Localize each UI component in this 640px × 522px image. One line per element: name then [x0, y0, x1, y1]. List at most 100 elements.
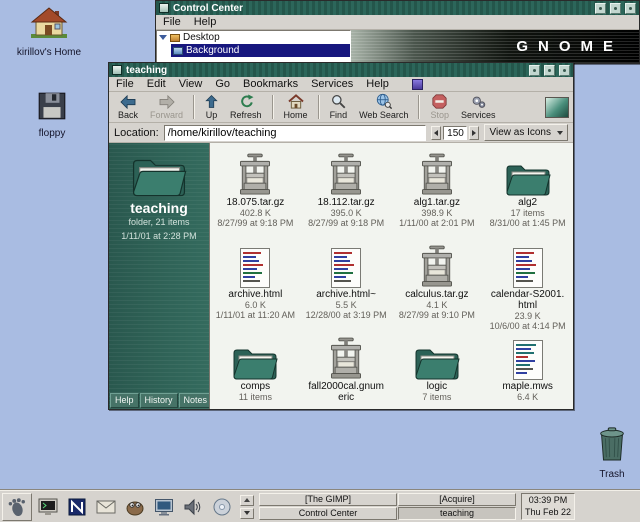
file-item[interactable]: fall2000cal.gnumeric	[301, 335, 392, 409]
tab-help[interactable]: Help	[110, 393, 139, 408]
file-manager-menubar: File Edit View Go Bookmarks Services Hel…	[109, 77, 573, 92]
clock-time: 03:39 PM	[529, 495, 568, 506]
file-item[interactable]: alg1.tar.gz 398.9 K 1/11/00 at 2:01 PM	[392, 151, 483, 243]
zoom-control: 150	[431, 126, 479, 140]
file-name: calculus.tar.gz	[405, 289, 468, 300]
find-button[interactable]: Find	[325, 93, 353, 121]
control-center-titlebar[interactable]: Control Center	[156, 1, 639, 15]
zoom-out-button[interactable]	[431, 126, 441, 140]
control-center-window-title: Control Center	[173, 3, 243, 14]
menu-view[interactable]: View	[179, 78, 203, 90]
services-button[interactable]: Services	[456, 94, 501, 121]
folder-item[interactable]: logic 7 items	[392, 335, 483, 409]
monitor-launcher[interactable]	[151, 494, 177, 520]
web-search-button[interactable]: Web Search	[354, 92, 413, 121]
up-button-label: Up	[206, 110, 218, 120]
cdrom-launcher[interactable]	[209, 494, 235, 520]
back-button-label: Back	[118, 110, 138, 120]
terminal-launcher[interactable]	[35, 494, 61, 520]
file-name: alg1.tar.gz	[414, 197, 460, 208]
file-manager-titlebar[interactable]: teaching	[109, 63, 573, 77]
gimp-launcher[interactable]	[122, 494, 148, 520]
file-size: 23.9 K	[515, 311, 541, 321]
settings-tree: Desktop Background	[156, 30, 351, 63]
file-name: archive.html	[228, 289, 282, 300]
folder-item[interactable]: comps 11 items	[210, 335, 301, 409]
file-item[interactable]: calculus.tar.gz 4.1 K 8/27/99 at 9:10 PM	[392, 243, 483, 335]
tasklist-up-button[interactable]	[240, 495, 254, 506]
minimize-button[interactable]	[529, 65, 540, 76]
file-name: archive.html~	[316, 289, 376, 300]
back-button[interactable]: Back	[113, 94, 143, 121]
gnome-panel: [The GIMP] [Acquire] Control Center teac…	[0, 490, 640, 522]
maximize-button[interactable]	[544, 65, 555, 76]
toolbar-separator	[418, 95, 420, 119]
gnome-banner-text: GNOME	[516, 38, 623, 55]
html-document-icon	[330, 243, 362, 289]
refresh-button-label: Refresh	[230, 110, 262, 120]
file-item[interactable]: calendar-S2001.html 23.9 K 10/6/00 at 4:…	[482, 243, 573, 335]
desktop-icon-floppy[interactable]: floppy	[26, 90, 78, 139]
file-item[interactable]: 18.075.tar.gz 402.8 K 8/27/99 at 9:18 PM	[210, 151, 301, 243]
menu-help[interactable]: Help	[366, 78, 389, 90]
task-button-acquire[interactable]: [Acquire]	[398, 493, 516, 506]
netscape-launcher[interactable]	[64, 494, 90, 520]
tasklist-down-button[interactable]	[240, 508, 254, 519]
menu-edit[interactable]: Edit	[147, 78, 166, 90]
task-button-control-center[interactable]: Control Center	[259, 507, 397, 520]
file-item[interactable]: archive.html~ 5.5 K 12/28/00 at 3:19 PM	[301, 243, 392, 335]
refresh-button[interactable]: Refresh	[225, 93, 267, 121]
tarball-press-icon	[235, 151, 275, 197]
close-button[interactable]	[559, 65, 570, 76]
menu-services[interactable]: Services	[311, 78, 353, 90]
gnome-main-menu-button[interactable]	[2, 493, 32, 521]
location-input[interactable]	[164, 125, 427, 141]
menu-file[interactable]: File	[163, 16, 181, 28]
folder-item[interactable]: alg2 17 items 8/31/00 at 1:45 PM	[482, 151, 573, 243]
html-document-icon	[239, 243, 271, 289]
tarball-press-icon	[417, 151, 457, 197]
file-manager-window: teaching File Edit View Go Bookmarks Ser…	[108, 62, 574, 410]
file-grid: 18.075.tar.gz 402.8 K 8/27/99 at 9:18 PM…	[209, 143, 573, 409]
home-icon	[288, 94, 304, 109]
task-button-gimp[interactable]: [The GIMP]	[259, 493, 397, 506]
maximize-button[interactable]	[610, 3, 621, 14]
folder-icon	[505, 151, 551, 197]
file-size: 398.9 K	[421, 208, 452, 218]
monitor-icon	[153, 496, 175, 518]
desktop-icon-trash[interactable]: Trash	[588, 423, 636, 480]
file-name: alg2	[518, 197, 537, 208]
file-size: 402.8 K	[240, 208, 271, 218]
tree-item-background[interactable]: Background	[171, 44, 350, 57]
tab-history[interactable]: History	[140, 393, 178, 408]
sidebar-title: teaching	[109, 200, 209, 216]
file-date: 1/11/00 at 2:01 PM	[399, 218, 474, 228]
minimize-button[interactable]	[595, 3, 606, 14]
forward-button-label: Forward	[150, 110, 183, 120]
menu-bookmarks[interactable]: Bookmarks	[243, 78, 298, 90]
tree-item-desktop[interactable]: Desktop	[157, 31, 350, 44]
home-button[interactable]: Home	[279, 93, 313, 121]
refresh-icon	[238, 94, 254, 109]
up-button[interactable]: Up	[200, 93, 223, 121]
view-mode-dropdown[interactable]: View as Icons	[484, 124, 568, 141]
mail-launcher[interactable]	[93, 494, 119, 520]
zoom-in-button[interactable]	[469, 126, 479, 140]
task-button-teaching[interactable]: teaching	[398, 507, 516, 520]
sound-launcher[interactable]	[180, 494, 206, 520]
menu-go[interactable]: Go	[215, 78, 230, 90]
menu-help[interactable]: Help	[194, 16, 217, 28]
netscape-icon	[66, 496, 88, 518]
menu-file[interactable]: File	[116, 78, 134, 90]
tab-notes[interactable]: Notes	[179, 393, 209, 408]
expander-icon[interactable]	[159, 35, 167, 40]
close-button[interactable]	[625, 3, 636, 14]
tarball-press-icon	[326, 335, 366, 381]
file-item[interactable]: 18.112.tar.gz 395.0 K 8/27/99 at 9:18 PM	[301, 151, 392, 243]
file-date: 8/27/99 at 9:18 PM	[308, 218, 384, 228]
file-item[interactable]: archive.html 6.0 K 1/11/01 at 11:20 AM	[210, 243, 301, 335]
tarball-press-icon	[417, 243, 457, 289]
file-date: 8/31/00 at 1:45 PM	[490, 218, 566, 228]
desktop-icon-home[interactable]: kirillov's Home	[14, 5, 84, 58]
file-item[interactable]: maple.mws 6.4 K	[482, 335, 573, 409]
